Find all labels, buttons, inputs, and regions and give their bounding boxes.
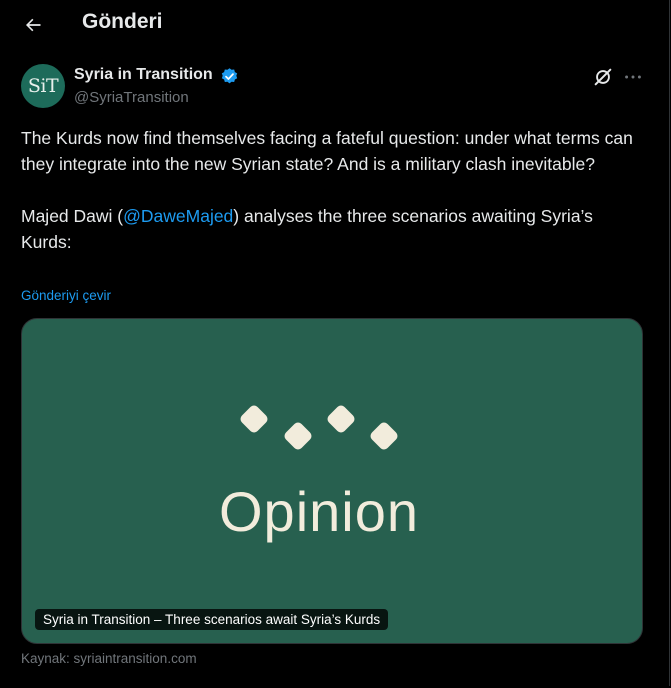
tweet-text: The Kurds now find themselves facing a f… xyxy=(21,125,646,255)
back-button[interactable] xyxy=(16,8,50,42)
translate-post-link[interactable]: Gönderiyi çevir xyxy=(21,288,111,303)
avatar-text: SiT xyxy=(27,75,59,97)
link-card[interactable]: Opinion Syria in Transition – Three scen… xyxy=(21,318,643,644)
card-image-text: Opinion xyxy=(218,480,420,543)
card-source[interactable]: Kaynak: syriaintransition.com xyxy=(21,651,197,666)
more-options-button[interactable] xyxy=(622,66,644,88)
card-caption: Syria in Transition – Three scenarios aw… xyxy=(35,609,389,630)
tweet-paragraph: Majed Dawi (@DaweMajed) analyses the thr… xyxy=(21,206,593,252)
avatar[interactable]: SiT xyxy=(21,64,65,108)
author-name[interactable]: Syria in Transition xyxy=(74,66,213,84)
post-view: Gönderi SiT Syria in Transition @SyriaTr… xyxy=(0,0,670,686)
grok-icon xyxy=(594,68,612,86)
page-title: Gönderi xyxy=(82,10,163,33)
grok-button[interactable] xyxy=(592,66,614,88)
mention-link[interactable]: @DaweMajed xyxy=(123,206,233,226)
more-options-icon xyxy=(625,75,641,79)
tweet-paragraph: The Kurds now find themselves facing a f… xyxy=(21,128,633,174)
author-handle[interactable]: @SyriaTransition xyxy=(74,89,189,106)
verified-badge-icon xyxy=(221,68,238,84)
arrow-left-icon xyxy=(26,18,41,32)
